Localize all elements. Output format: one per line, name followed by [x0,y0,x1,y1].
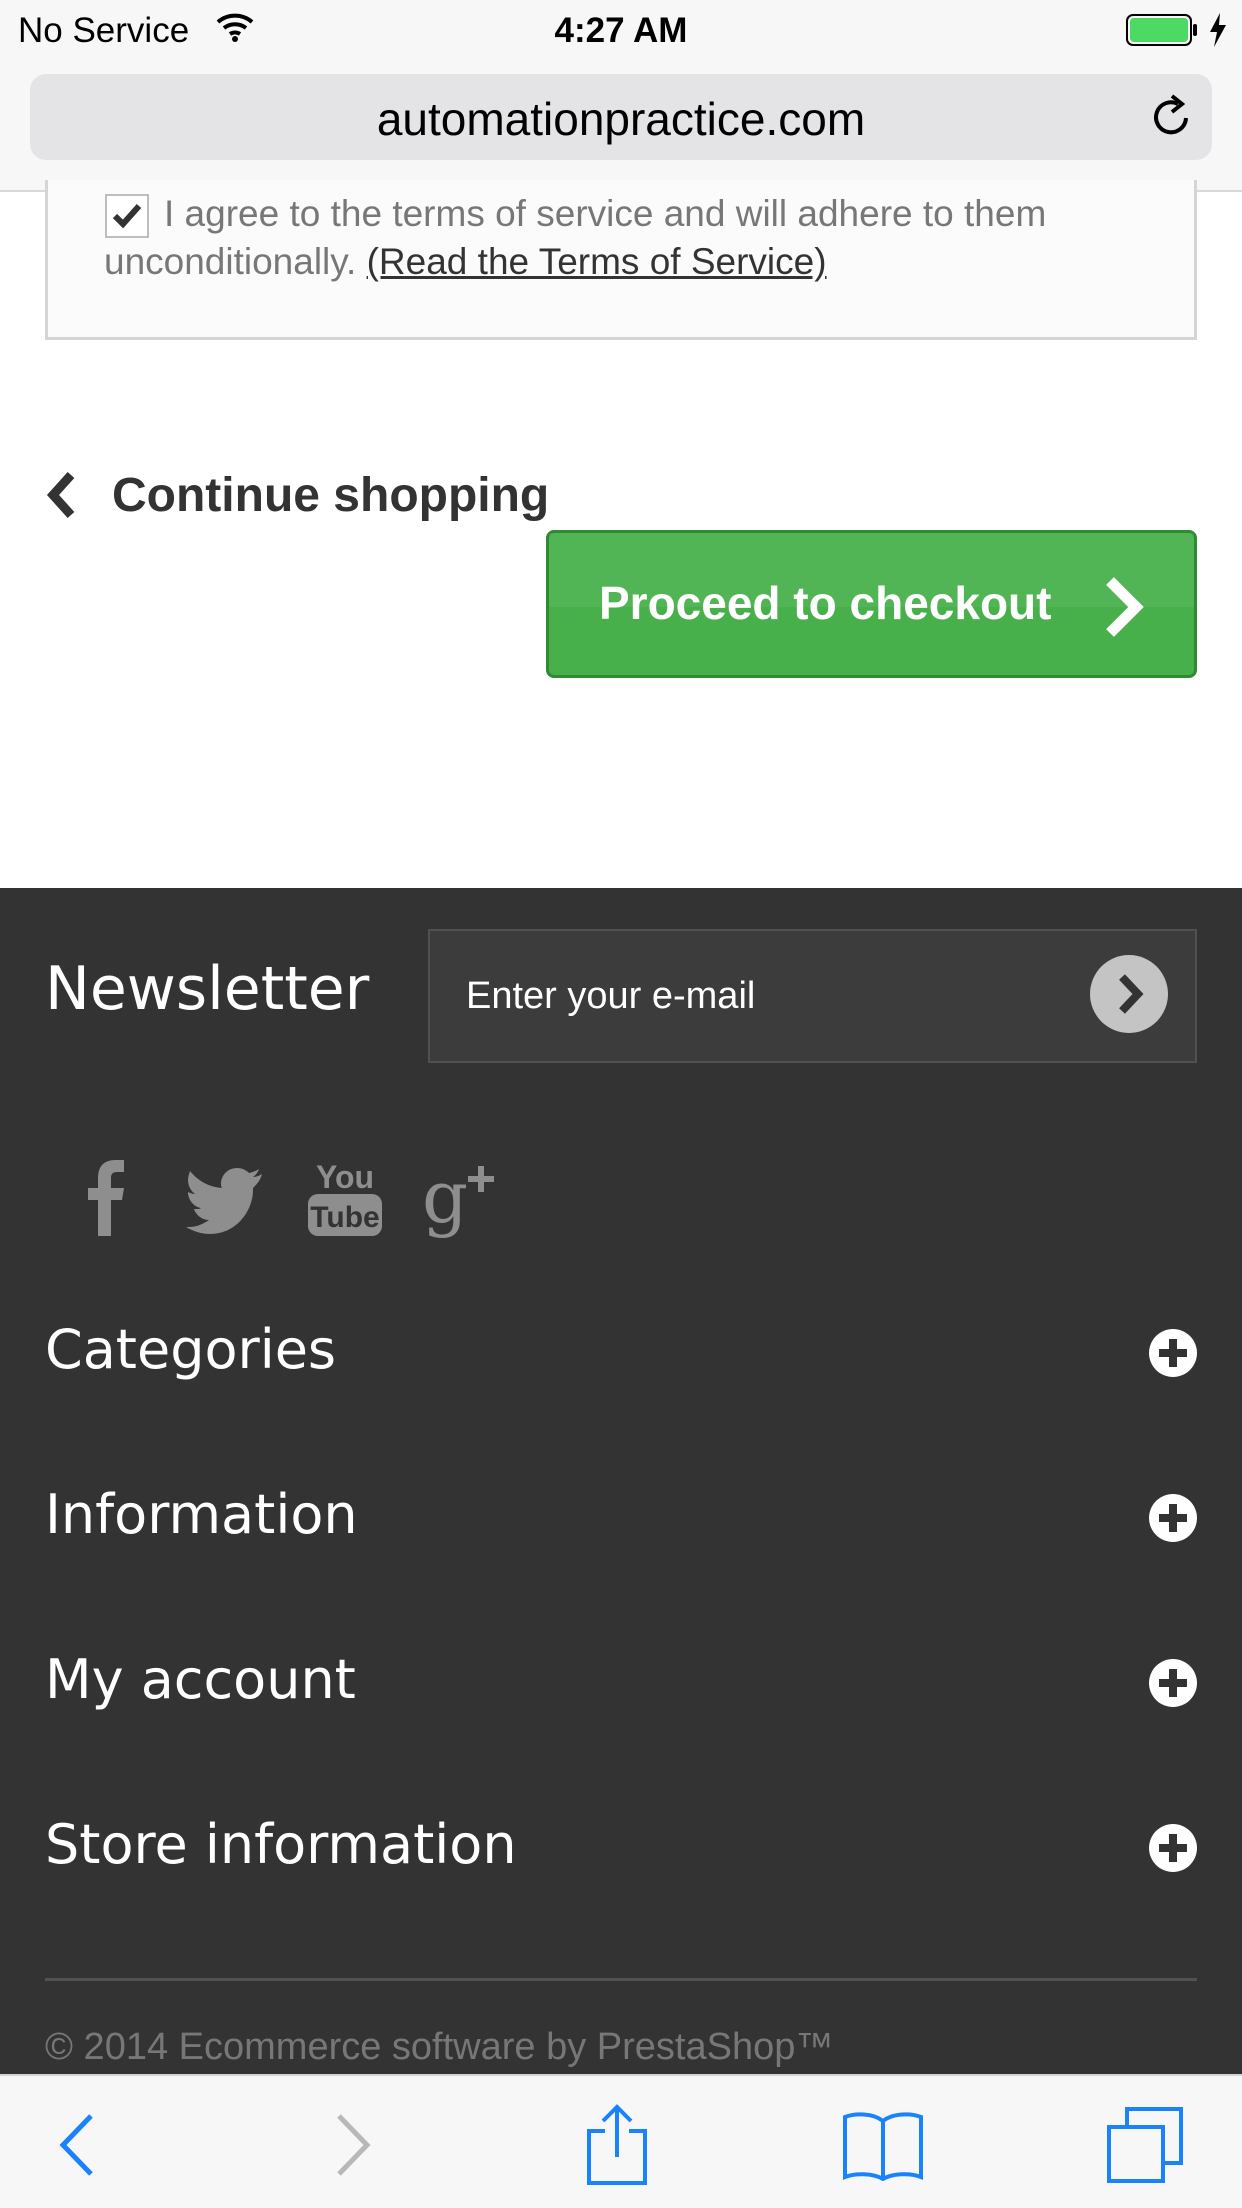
bookmarks-button[interactable] [838,2100,928,2190]
facebook-icon[interactable] [62,1152,152,1242]
battery-icon [1126,14,1198,51]
url-field[interactable]: automationpractice.com [30,74,1212,160]
tabs-button[interactable] [1100,2100,1190,2190]
share-button[interactable] [572,2100,662,2190]
plus-circle-icon [1149,1659,1197,1707]
continue-shopping-label: Continue shopping [112,468,550,522]
plus-circle-icon [1149,1494,1197,1542]
section-title: Categories [45,1318,337,1381]
twitter-icon[interactable] [182,1152,272,1242]
footer-divider [45,1978,1197,1981]
section-title: My account [45,1648,356,1711]
footer-section-store-information[interactable]: Store information [45,1801,1197,1891]
chevron-left-icon [59,2114,93,2176]
terms-of-service-link[interactable]: (Read the Terms of Service) [367,241,827,282]
google-plus-icon[interactable]: g [420,1152,510,1242]
plus-circle-icon [1149,1824,1197,1872]
footer-section-information[interactable]: Information [45,1471,1197,1561]
svg-text:You: You [316,1159,374,1195]
footer-section-my-account[interactable]: My account [45,1636,1197,1726]
terms-text-block: I agree to the terms of service and will… [104,190,1184,286]
chevron-right-icon [1106,577,1144,637]
svg-text:g: g [422,1155,468,1239]
url-text: automationpractice.com [376,93,866,145]
book-icon [843,2112,923,2181]
reload-icon[interactable] [1148,92,1196,147]
charging-icon [1208,13,1228,52]
svg-text:Tube: Tube [310,1201,379,1234]
newsletter-email-input[interactable] [428,929,1197,1063]
tabs-icon [1107,2107,1183,2183]
newsletter-submit-button[interactable] [1090,955,1168,1033]
site-footer: Newsletter You Tube g Categories [0,888,1242,2080]
continue-shopping-link[interactable]: Continue shopping [45,465,549,525]
browser-address-bar: automationpractice.com [0,62,1242,192]
share-icon [587,2104,647,2185]
copyright-text: © 2014 Ecommerce software by PrestaShop™ [45,2026,834,2068]
status-bar: No Service 4:27 AM [0,0,1242,62]
proceed-to-checkout-button[interactable]: Proceed to checkout [546,530,1197,678]
terms-of-service-box: I agree to the terms of service and will… [45,180,1197,340]
chevron-right-circle-icon [1119,974,1144,1014]
section-title: Store information [45,1813,517,1876]
chevron-left-icon [46,471,75,519]
browser-toolbar [0,2074,1242,2208]
chevron-right-icon [337,2114,371,2176]
back-button[interactable] [32,2100,122,2190]
forward-button[interactable] [308,2100,398,2190]
newsletter-title: Newsletter [45,954,370,1024]
youtube-icon[interactable]: You Tube [300,1152,390,1242]
section-title: Information [45,1483,358,1546]
footer-section-categories[interactable]: Categories [45,1306,1197,1396]
checkout-label: Proceed to checkout [599,577,1052,629]
clock: 4:27 AM [554,11,688,50]
plus-circle-icon [1149,1329,1197,1377]
